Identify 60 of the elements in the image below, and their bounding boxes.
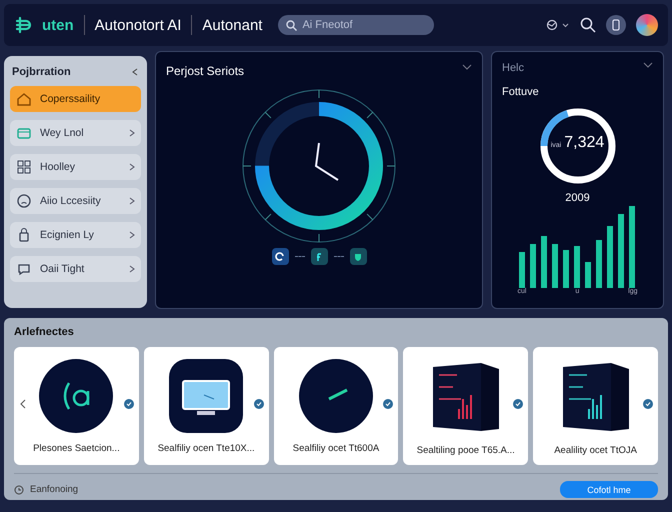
sidebar-item[interactable]: Aiio Lccesiity bbox=[10, 188, 141, 214]
refresh-button[interactable] bbox=[272, 248, 288, 265]
gauge-value: 7,324 bbox=[564, 134, 604, 152]
previous-icon[interactable] bbox=[20, 399, 26, 409]
panel-title: Perjost Seriots bbox=[166, 64, 244, 78]
year-label: 2009 bbox=[565, 192, 590, 204]
shield-button[interactable] bbox=[350, 248, 366, 265]
house-icon bbox=[16, 91, 32, 107]
product-card[interactable]: Sealfiliy ocet Tt600A bbox=[274, 347, 398, 465]
sidebar-item[interactable]: Hoolley bbox=[10, 154, 141, 180]
brand-name: uten bbox=[42, 16, 74, 34]
filter-button[interactable] bbox=[310, 248, 328, 265]
chevron-icon bbox=[129, 231, 135, 239]
check-icon bbox=[254, 399, 264, 409]
monitor-icon bbox=[169, 359, 244, 433]
app-title: Autonotort AI bbox=[94, 16, 182, 34]
section-title: Arlefnectes bbox=[14, 326, 75, 338]
check-icon bbox=[513, 399, 524, 409]
phone-button[interactable] bbox=[606, 15, 626, 35]
card-title: Sealfiliy ocen Tte10X... bbox=[158, 443, 255, 454]
chevron-icon bbox=[129, 265, 135, 273]
clock-icon bbox=[14, 484, 24, 494]
chevron-icon bbox=[129, 163, 135, 171]
refresh-icon bbox=[274, 250, 286, 262]
product-card[interactable]: Plesones Saetcion... bbox=[14, 347, 139, 465]
card-title: Aealility ocet TtOJA bbox=[554, 445, 637, 456]
dial-icon bbox=[298, 359, 373, 433]
sidebar-item[interactable]: Coperssaility bbox=[10, 86, 141, 112]
chevron-down-icon[interactable] bbox=[643, 62, 653, 68]
sidebar-item[interactable]: Oaii Tight bbox=[10, 256, 141, 282]
chevron-icon bbox=[129, 129, 135, 137]
face-icon bbox=[16, 193, 32, 209]
sidebar-item[interactable]: Ecignien Ly bbox=[10, 222, 141, 248]
action-button[interactable]: Cofotl hme bbox=[560, 481, 658, 498]
product-card[interactable]: Sealtiling pooe T65.A... bbox=[403, 347, 528, 465]
check-icon bbox=[383, 399, 394, 409]
panel-subtitle: Fottuve bbox=[502, 86, 539, 98]
footer-label: Eanfonoing bbox=[30, 484, 78, 495]
logo-icon bbox=[14, 16, 32, 34]
sidebar-title: Pojbrration bbox=[12, 66, 71, 78]
search-icon bbox=[286, 20, 298, 31]
app-subtitle: Autonant bbox=[202, 16, 262, 34]
chevron-icon bbox=[129, 197, 135, 205]
card-title: Sealfiliy ocet Tt600A bbox=[292, 443, 380, 454]
check-icon bbox=[124, 399, 134, 409]
circle-logo-icon bbox=[39, 359, 114, 433]
product-card[interactable]: Aealility ocet TtOJA bbox=[533, 347, 658, 465]
check-icon bbox=[642, 399, 653, 409]
search-icon[interactable] bbox=[580, 17, 596, 33]
card-title: Plesones Saetcion... bbox=[33, 443, 120, 454]
avatar[interactable] bbox=[636, 14, 658, 36]
collapse-icon[interactable] bbox=[131, 68, 139, 76]
sidebar-item[interactable]: Wey Lnol bbox=[10, 120, 141, 146]
chevron-down-icon[interactable] bbox=[462, 64, 472, 70]
card-title: Sealtiling pooe T65.A... bbox=[416, 445, 515, 456]
search-field[interactable]: Ai Fneotof bbox=[278, 15, 434, 35]
grid-icon bbox=[16, 159, 32, 175]
phone-icon bbox=[612, 19, 620, 31]
panel-title: Helc bbox=[502, 62, 524, 74]
product-card[interactable]: Sealfiliy ocen Tte10X... bbox=[144, 347, 269, 465]
